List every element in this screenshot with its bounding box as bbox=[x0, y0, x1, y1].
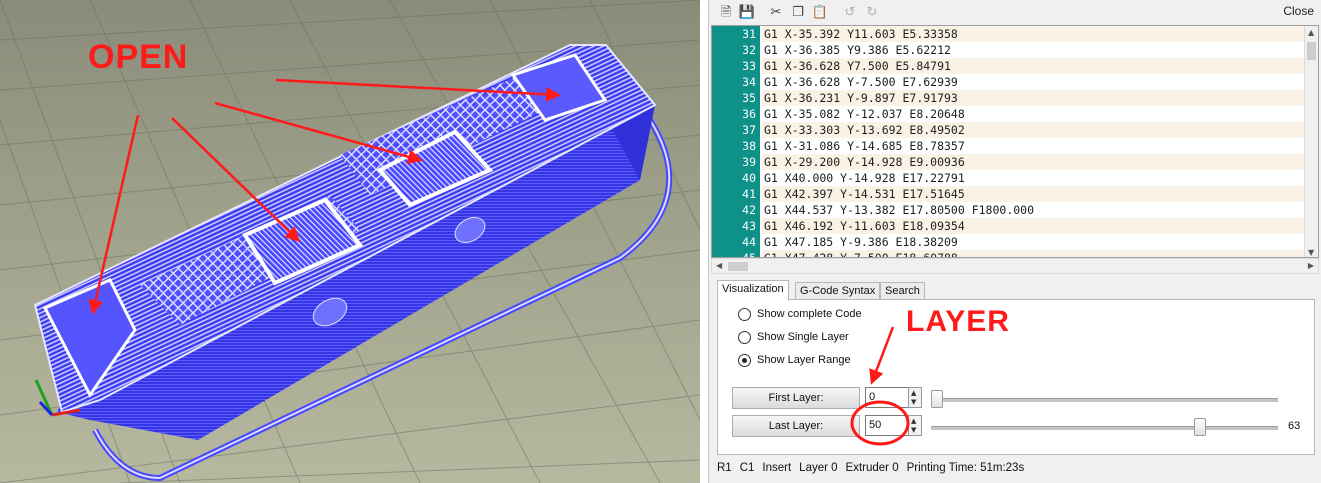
status-printing-time: Printing Time: 51m:23s bbox=[906, 462, 1025, 474]
code-line[interactable]: 32 G1 X-36.385 Y9.386 E5.62212 bbox=[712, 42, 1304, 58]
line-number: 31 bbox=[742, 27, 756, 41]
line-number: 39 bbox=[742, 155, 756, 169]
copy-icon[interactable]: ❐ bbox=[789, 4, 807, 22]
line-number: 45 bbox=[742, 251, 756, 258]
code-line[interactable]: 38 G1 X-31.086 Y-14.685 E8.78357 bbox=[712, 138, 1304, 154]
last-layer-slider-handle[interactable] bbox=[1194, 418, 1206, 436]
code-text[interactable]: G1 X47.185 Y-9.386 E18.38209 bbox=[762, 234, 1304, 250]
status-row: R1 bbox=[717, 462, 732, 474]
line-number: 38 bbox=[742, 139, 756, 153]
first-layer-slider[interactable] bbox=[931, 398, 1278, 402]
layer-annotation-label: LAYER bbox=[906, 305, 1010, 338]
code-lines: 31 G1 X-35.392 Y11.603 E5.33358 32 G1 X-36.… bbox=[712, 26, 1304, 258]
code-text[interactable]: G1 X-33.303 Y-13.692 E8.49502 bbox=[762, 122, 1304, 138]
last-layer-slider[interactable] bbox=[931, 426, 1278, 430]
code-line[interactable]: 31 G1 X-35.392 Y11.603 E5.33358 bbox=[712, 26, 1304, 42]
vertical-scrollbar[interactable]: ▲ ▼ bbox=[1304, 26, 1318, 257]
code-line[interactable]: 43 G1 X46.192 Y-11.603 E18.09354 bbox=[712, 218, 1304, 234]
code-line[interactable]: 36 G1 X-35.082 Y-12.037 E8.20648 bbox=[712, 106, 1304, 122]
scroll-right-icon[interactable]: ▶ bbox=[1308, 261, 1314, 270]
tab-search[interactable]: Search bbox=[880, 282, 925, 300]
line-number: 41 bbox=[742, 187, 756, 201]
gcode-panel: 🗎 💾 ✂ ❐ 📋 ↺ ↻ Close 31 G1 X-35.392 Y11.60… bbox=[708, 0, 1321, 483]
line-number: 42 bbox=[742, 203, 756, 217]
redo-icon[interactable]: ↻ bbox=[863, 4, 881, 22]
code-text[interactable]: G1 X-29.200 Y-14.928 E9.00936 bbox=[762, 154, 1304, 170]
first-layer-input[interactable]: 0 bbox=[865, 387, 909, 408]
editor-toolbar: 🗎 💾 ✂ ❐ 📋 ↺ ↻ Close bbox=[709, 0, 1321, 25]
code-text[interactable]: G1 X-36.628 Y7.500 E5.84791 bbox=[762, 58, 1304, 74]
scroll-up-icon[interactable]: ▲ bbox=[1308, 28, 1314, 37]
last-layer-max-value: 63 bbox=[1288, 420, 1301, 432]
status-col: C1 bbox=[739, 462, 755, 474]
first-layer-stepper[interactable]: ▲ ▼ bbox=[908, 387, 922, 408]
status-extruder: Extruder 0 bbox=[845, 462, 899, 474]
code-text[interactable]: G1 X40.000 Y-14.928 E17.22791 bbox=[762, 170, 1304, 186]
stepper-up-icon[interactable]: ▲ bbox=[911, 417, 916, 425]
tab-visualization[interactable]: Visualization bbox=[717, 280, 789, 301]
last-layer-stepper[interactable]: ▲ ▼ bbox=[908, 415, 922, 436]
code-text[interactable]: G1 X-35.392 Y11.603 E5.33358 bbox=[762, 26, 1304, 42]
radio-button[interactable] bbox=[738, 331, 751, 344]
line-number: 40 bbox=[742, 171, 756, 185]
code-line[interactable]: 37 G1 X-33.303 Y-13.692 E8.49502 bbox=[712, 122, 1304, 138]
visualization-panel: Show complete Code Show Single Layer Sho… bbox=[717, 299, 1315, 455]
status-layer: Layer 0 bbox=[799, 462, 838, 474]
radio-button[interactable] bbox=[738, 354, 751, 367]
status-mode: Insert bbox=[762, 462, 792, 474]
code-text[interactable]: G1 X-36.385 Y9.386 E5.62212 bbox=[762, 42, 1304, 58]
new-file-icon[interactable]: 🗎 bbox=[717, 4, 735, 22]
scroll-thumb[interactable] bbox=[1307, 42, 1316, 60]
code-text[interactable]: G1 X-36.628 Y-7.500 E7.62939 bbox=[762, 74, 1304, 90]
code-line[interactable]: 40 G1 X40.000 Y-14.928 E17.22791 bbox=[712, 170, 1304, 186]
first-layer-slider-handle[interactable] bbox=[931, 390, 943, 408]
code-text[interactable]: G1 X44.537 Y-13.382 E17.80500 F1800.000 bbox=[762, 202, 1304, 218]
code-text[interactable]: G1 X-31.086 Y-14.685 E8.78357 bbox=[762, 138, 1304, 154]
last-layer-input[interactable]: 50 bbox=[865, 415, 909, 436]
code-line[interactable]: 39 G1 X-29.200 Y-14.928 E9.00936 bbox=[712, 154, 1304, 170]
line-number: 36 bbox=[742, 107, 756, 121]
paste-icon[interactable]: 📋 bbox=[811, 4, 829, 22]
code-line[interactable]: 45 G1 X47.428 Y-7.500 E18.60788 bbox=[712, 250, 1304, 258]
code-line[interactable]: 44 G1 X47.185 Y-9.386 E18.38209 bbox=[712, 234, 1304, 250]
line-number: 34 bbox=[742, 75, 756, 89]
save-icon[interactable]: 💾 bbox=[738, 4, 756, 22]
scroll-thumb[interactable] bbox=[728, 262, 748, 271]
code-line[interactable]: 41 G1 X42.397 Y-14.531 E17.51645 bbox=[712, 186, 1304, 202]
tab-gcode-syntax[interactable]: G-Code Syntax bbox=[795, 282, 881, 300]
3d-viewport[interactable]: OPEN bbox=[0, 0, 700, 483]
stepper-down-icon[interactable]: ▼ bbox=[911, 398, 916, 406]
code-line[interactable]: 42 G1 X44.537 Y-13.382 E17.80500 F1800.00… bbox=[712, 202, 1304, 218]
horizontal-scrollbar[interactable]: ◀ ▶ bbox=[711, 258, 1319, 274]
undo-icon[interactable]: ↺ bbox=[841, 4, 859, 22]
code-line[interactable]: 33 G1 X-36.628 Y7.500 E5.84791 bbox=[712, 58, 1304, 74]
first-layer-button[interactable]: First Layer: bbox=[732, 387, 860, 409]
code-text[interactable]: G1 X46.192 Y-11.603 E18.09354 bbox=[762, 218, 1304, 234]
cut-icon[interactable]: ✂ bbox=[767, 4, 785, 22]
open-annotation-label: OPEN bbox=[88, 38, 189, 76]
line-number: 37 bbox=[742, 123, 756, 137]
code-text[interactable]: G1 X47.428 Y-7.500 E18.60788 bbox=[762, 250, 1304, 257]
code-text[interactable]: G1 X-36.231 Y-9.897 E7.91793 bbox=[762, 90, 1304, 106]
scroll-left-icon[interactable]: ◀ bbox=[716, 261, 722, 270]
status-bar: R1 C1 Insert Layer 0 Extruder 0 Printing Time… bbox=[709, 458, 1321, 483]
code-line[interactable]: 35 G1 X-36.231 Y-9.897 E7.91793 bbox=[712, 90, 1304, 106]
scroll-down-icon[interactable]: ▼ bbox=[1308, 248, 1314, 257]
line-number: 35 bbox=[742, 91, 756, 105]
stepper-down-icon[interactable]: ▼ bbox=[911, 426, 916, 434]
line-number: 33 bbox=[742, 59, 756, 73]
close-button[interactable]: Close bbox=[1283, 4, 1314, 18]
radio-button[interactable] bbox=[738, 308, 751, 321]
line-number: 43 bbox=[742, 219, 756, 233]
code-line[interactable]: 34 G1 X-36.628 Y-7.500 E7.62939 bbox=[712, 74, 1304, 90]
line-number: 32 bbox=[742, 43, 756, 57]
line-number: 44 bbox=[742, 235, 756, 249]
last-layer-button[interactable]: Last Layer: bbox=[732, 415, 860, 437]
gcode-editor[interactable]: 31 G1 X-35.392 Y11.603 E5.33358 32 G1 X-36.… bbox=[711, 25, 1319, 258]
code-text[interactable]: G1 X42.397 Y-14.531 E17.51645 bbox=[762, 186, 1304, 202]
code-text[interactable]: G1 X-35.082 Y-12.037 E8.20648 bbox=[762, 106, 1304, 122]
stepper-up-icon[interactable]: ▲ bbox=[911, 389, 916, 397]
